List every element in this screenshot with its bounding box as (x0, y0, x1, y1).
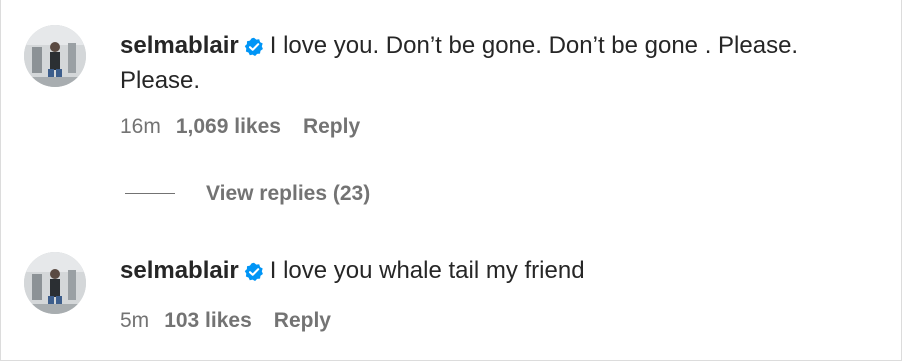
avatar-photo (24, 252, 86, 314)
likes-count[interactable]: 1,069 likes (176, 114, 281, 140)
verified-badge-icon (244, 37, 263, 56)
view-replies-button[interactable]: View replies (23) (206, 181, 370, 207)
avatar[interactable] (24, 252, 86, 314)
comment-meta: 16m 1,069 likes Reply (120, 114, 360, 140)
comment-time: 16m (120, 115, 161, 138)
verified-badge-icon (244, 262, 263, 281)
likes-count[interactable]: 103 likes (164, 308, 252, 334)
avatar[interactable] (24, 25, 86, 87)
avatar-photo (24, 25, 86, 87)
username-link[interactable]: selmablair (120, 32, 239, 59)
comment-text-line: selmablair I love you. Don’t be gone. Do… (120, 28, 880, 98)
reply-button[interactable]: Reply (274, 308, 331, 334)
reply-button[interactable]: Reply (303, 114, 360, 140)
username-link[interactable]: selmablair (120, 257, 239, 284)
comment-text: I love you whale tail my friend (269, 257, 585, 284)
comment-meta: 5m 103 likes Reply (120, 308, 331, 334)
comment-time: 5m (120, 309, 150, 332)
replies-divider (125, 193, 175, 194)
comment-text-line: selmablair I love you whale tail my frie… (120, 253, 880, 288)
